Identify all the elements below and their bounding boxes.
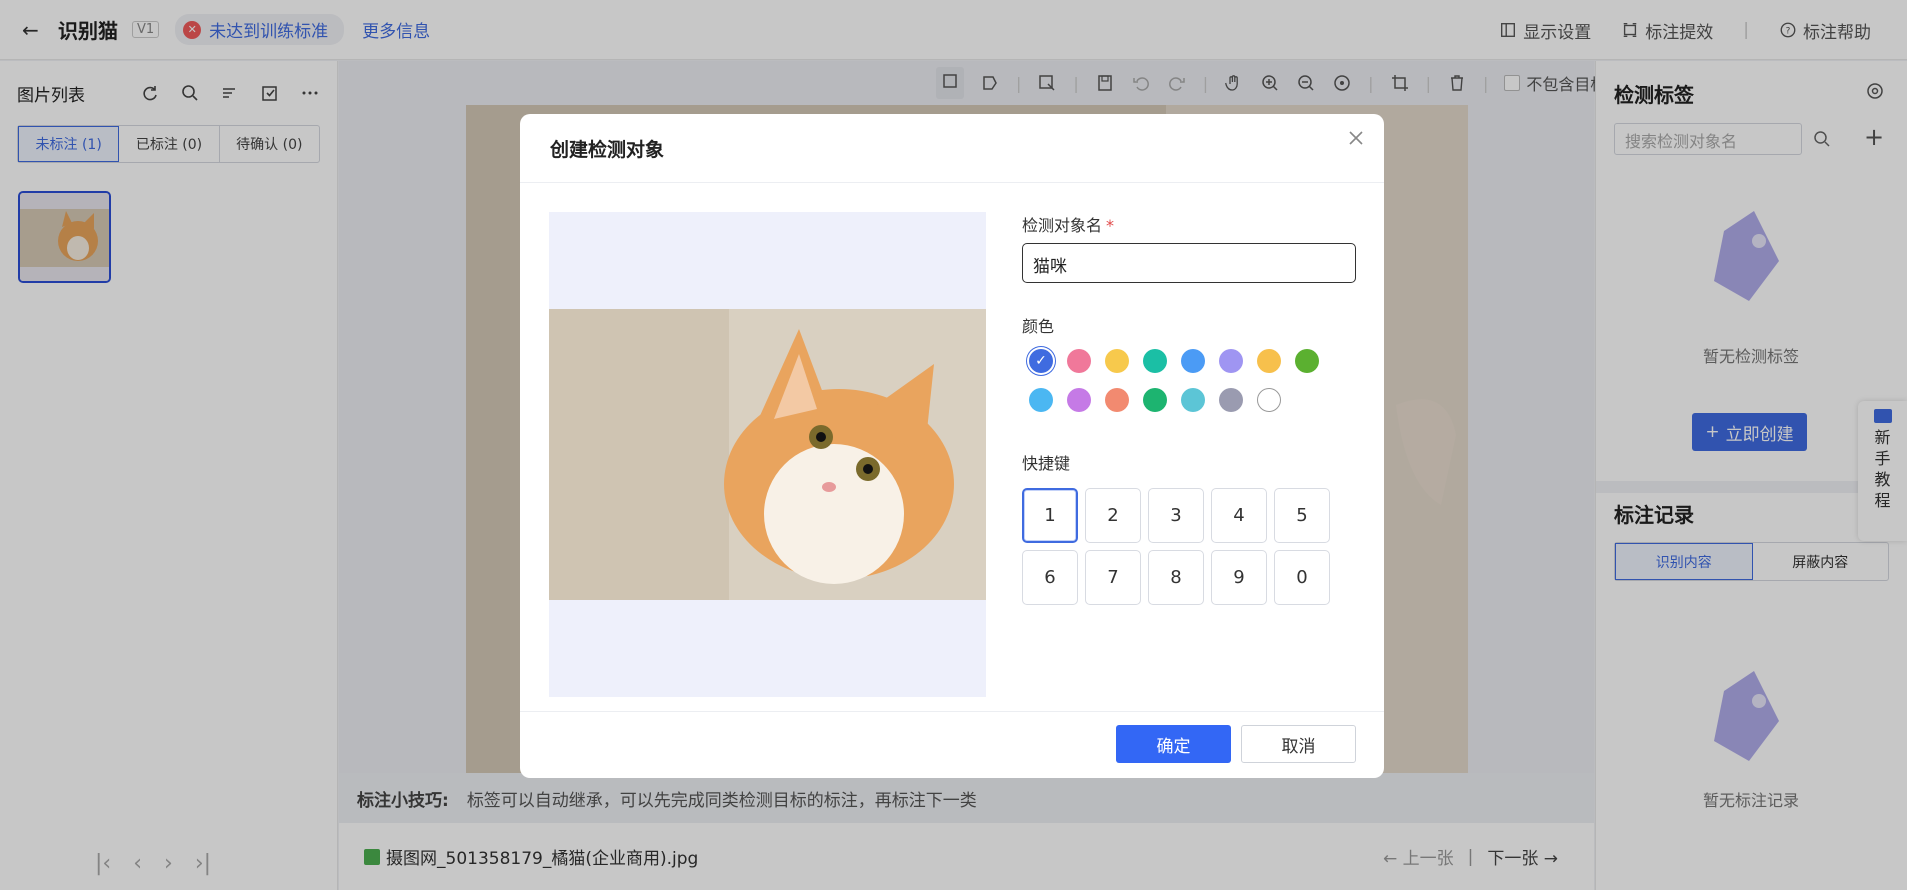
color-swatch[interactable] [1143, 388, 1167, 412]
name-label: 检测对象名 * [1022, 212, 1362, 238]
shortcut-label: 快捷键 [1022, 454, 1071, 473]
color-swatch[interactable] [1105, 388, 1129, 412]
color-swatch[interactable] [1219, 349, 1243, 373]
color-swatch[interactable] [1295, 349, 1319, 373]
cat-photo [549, 309, 986, 600]
confirm-button[interactable]: 确定 [1116, 725, 1231, 763]
shortcut-key[interactable]: 2 [1085, 488, 1141, 543]
shortcut-key[interactable]: 4 [1211, 488, 1267, 543]
create-object-dialog: 创建检测对象 检测对象名 * 猫咪 颜色 ✓ 快捷键 12345 67890 确定 … [520, 114, 1384, 778]
preview-image [549, 212, 986, 697]
check-icon: ✓ [1035, 353, 1047, 369]
shortcut-key[interactable]: 9 [1211, 550, 1267, 605]
dialog-title: 创建检测对象 [520, 114, 1384, 183]
shortcut-key[interactable]: 0 [1274, 550, 1330, 605]
object-name-input[interactable]: 猫咪 [1022, 243, 1356, 283]
object-form: 检测对象名 * 猫咪 颜色 ✓ 快捷键 12345 67890 [1022, 212, 1362, 605]
color-swatch[interactable] [1219, 388, 1243, 412]
dialog-footer: 确定 取消 [520, 711, 1384, 778]
color-swatch[interactable] [1181, 349, 1205, 373]
color-palette: ✓ [1029, 349, 1362, 412]
color-swatch[interactable] [1257, 388, 1281, 412]
cancel-button[interactable]: 取消 [1241, 725, 1356, 763]
color-swatch[interactable]: ✓ [1029, 349, 1053, 373]
shortcut-key[interactable]: 5 [1274, 488, 1330, 543]
shortcut-key[interactable]: 1 [1022, 488, 1078, 543]
shortcut-key[interactable]: 8 [1148, 550, 1204, 605]
color-label: 颜色 [1022, 317, 1055, 336]
name-label-text: 检测对象名 [1022, 216, 1103, 235]
color-swatch[interactable] [1105, 349, 1129, 373]
required-mark: * [1106, 216, 1115, 235]
color-swatch[interactable] [1067, 349, 1091, 373]
shortcut-keys: 12345 67890 [1022, 488, 1362, 605]
shortcut-key[interactable]: 6 [1022, 550, 1078, 605]
shortcut-key[interactable]: 3 [1148, 488, 1204, 543]
color-swatch[interactable] [1143, 349, 1167, 373]
color-swatch[interactable] [1257, 349, 1281, 373]
color-swatch[interactable] [1029, 388, 1053, 412]
color-swatch[interactable] [1181, 388, 1205, 412]
color-swatch[interactable] [1067, 388, 1091, 412]
shortcut-key[interactable]: 7 [1085, 550, 1141, 605]
close-icon[interactable] [1344, 126, 1368, 150]
